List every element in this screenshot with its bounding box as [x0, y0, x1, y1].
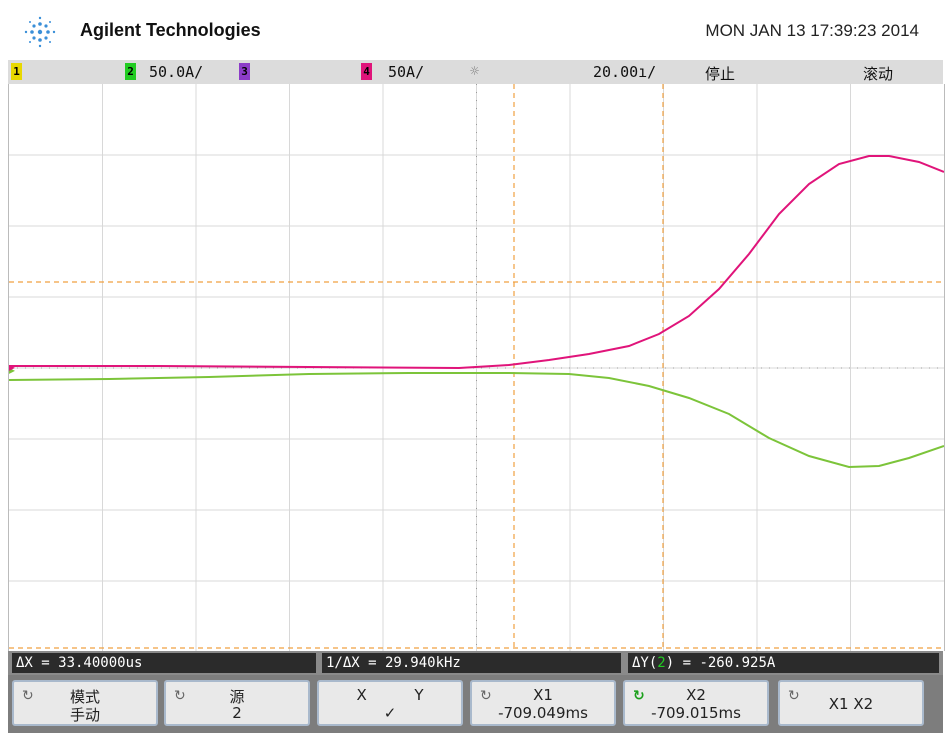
delta-y-value: ) = -260.925A [665, 655, 776, 671]
softkey-value: 手动 [69, 706, 100, 724]
header: Agilent Technologies MON JAN 13 17:39:23… [0, 0, 951, 60]
ch4-ground-marker: ▸ [9, 360, 15, 374]
ch4-indicator[interactable]: 4 [361, 63, 372, 80]
ch2-indicator[interactable]: 2 [125, 63, 136, 80]
ch3-indicator[interactable]: 3 [239, 63, 250, 80]
trigger-sun-icon: ☼ [470, 62, 480, 80]
acquisition-mode: 滚动 [863, 65, 894, 83]
delta-y-prefix: ΔY( [632, 655, 658, 671]
datetime: MON JAN 13 17:39:23 2014 [705, 21, 919, 40]
xy-softkey[interactable]: X Y ✓ [317, 680, 463, 726]
check-icon: ✓ [383, 704, 397, 722]
inverse-delta-x-readout: 1/ΔX = 29.940kHz [322, 653, 621, 673]
softkey-label: X Y [356, 686, 424, 704]
measurement-bar: ΔX = 33.40000us 1/ΔX = 29.940kHz ΔY(2) =… [8, 651, 943, 675]
agilent-spark-icon [24, 16, 56, 48]
run-state[interactable]: 停止 [705, 63, 735, 84]
delta-y-readout: ΔY(2) = -260.925A [628, 653, 939, 673]
delta-x-readout: ΔX = 33.40000us [12, 653, 316, 673]
x1-cursor-softkey[interactable]: ↻ X1 -709.049ms [470, 680, 616, 726]
softkey-label: X1 [533, 686, 553, 704]
softkey-label: X1 X2 [828, 695, 874, 713]
delta-y-channel: 2 [657, 655, 666, 671]
softkey-value: -709.015ms [651, 704, 741, 722]
brand-name: Agilent Technologies [80, 20, 261, 40]
softkey-value: 2 [232, 704, 242, 722]
waveform-graticule: ▸ ▸ [8, 84, 945, 651]
softkey-value: -709.049ms [498, 704, 588, 722]
status-bar: 1 2 50.0A/ 3 4 50A/ ☼ 20.00ı/ 停止 滚动 [8, 60, 943, 84]
x1x2-cursor-softkey[interactable]: ↻ X1 X2 [778, 680, 924, 726]
softkey-label: X2 [686, 686, 706, 704]
ch1-indicator[interactable]: 1 [11, 63, 22, 80]
ch2-scale: 50.0A/ [149, 63, 204, 81]
ch4-scale: 50A/ [388, 63, 425, 81]
softkey-bar: ↻ 模式 手动 ↻ 源 2 X Y ✓ ↻ X1 -709.049ms ↻ X2… [8, 675, 943, 733]
x2-cursor-softkey[interactable]: ↻ X2 -709.015ms [623, 680, 769, 726]
source-softkey[interactable]: ↻ 源 2 [164, 680, 310, 726]
waveform-display[interactable]: ▸ ▸ [8, 84, 945, 651]
mode-softkey[interactable]: ↻ 模式 手动 [12, 680, 158, 726]
timebase: 20.00ı/ [593, 63, 657, 81]
